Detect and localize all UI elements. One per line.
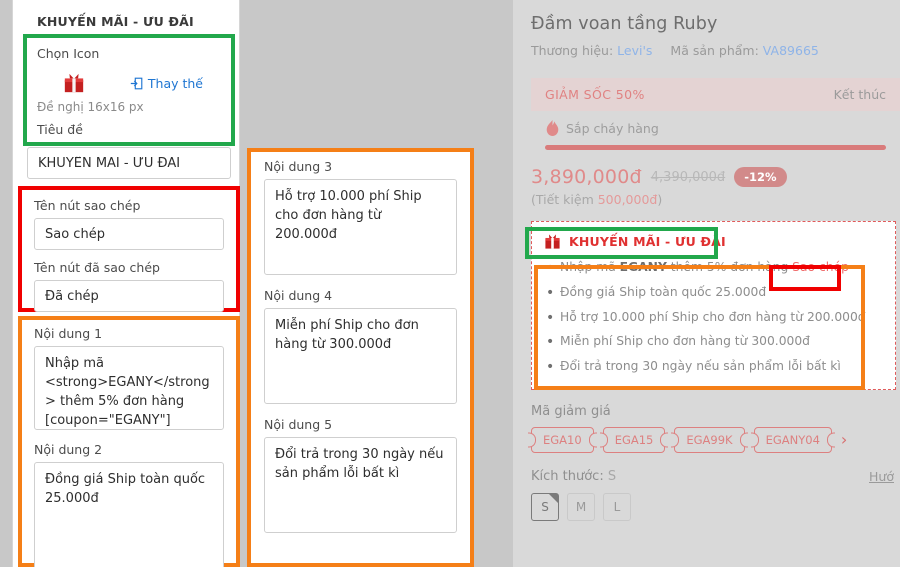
copy-button-input[interactable] [34, 218, 224, 250]
sku-value-link[interactable]: VA89665 [763, 43, 819, 58]
content-2-label: Nội dung 2 [34, 442, 103, 457]
highlight-box-orange-contents-1: Nội dung 1 Nhập mã <strong>EGANY</strong… [18, 316, 240, 567]
content-4-textarea[interactable]: Miễn phí Ship cho đơn hàng từ 300.000đ [264, 308, 457, 404]
replace-icon-button[interactable]: Thay thế [130, 76, 203, 91]
content-group-4: Nội dung 4 Miễn phí Ship cho đơn hàng từ… [264, 288, 457, 408]
coupon-chip[interactable]: EGA99K [674, 427, 745, 454]
chevron-right-icon[interactable]: › [841, 432, 847, 448]
list-item: Miễn phí Ship cho đơn hàng từ 300.000đ [546, 332, 883, 352]
current-price: 3,890,000đ [531, 166, 642, 188]
gift-icon [545, 234, 560, 249]
highlight-box-green-icon-title: Chọn Icon Thay thế Đề nghị 16x16 px Tiêu… [23, 34, 235, 146]
savings-row: (Tiết kiệm 500,000đ) [531, 192, 900, 207]
size-option-s[interactable]: S [531, 493, 559, 522]
coupon-section-label: Mã giảm giá [531, 404, 611, 420]
promo-item-2-text: Đồng giá Ship toàn quốc 25.000đ [560, 284, 767, 299]
copied-button-label: Tên nút đã sao chép [34, 260, 160, 275]
size-label: Kích thước: S [531, 469, 616, 484]
flame-icon [546, 120, 559, 136]
savings-prefix: (Tiết kiệm [531, 192, 598, 207]
size-options: S M L [531, 493, 900, 522]
copy-button-label: Tên nút sao chép [34, 198, 141, 213]
flash-sale-end-label: Kết thúc [833, 87, 886, 102]
highlight-box-orange-contents-2: Nội dung 3 Hỗ trợ 10.000 phí Ship cho đơ… [247, 148, 474, 567]
size-option-m[interactable]: M [567, 493, 595, 522]
content-group-3: Nội dung 3 Hỗ trợ 10.000 phí Ship cho đơ… [264, 159, 457, 279]
content-1-label: Nội dung 1 [34, 326, 103, 341]
product-preview-panel: Đầm voan tầng Ruby Thương hiệu: Levi's M… [513, 0, 900, 567]
content-group-1: Nội dung 1 Nhập mã <strong>EGANY</strong… [34, 326, 224, 434]
brand-label: Thương hiệu: [531, 43, 614, 58]
replace-icon-label: Thay thế [147, 75, 203, 91]
coupon-chip[interactable]: EGA15 [602, 427, 666, 454]
flash-sale-bar: GIẢM SỐC 50% Kết thúc [531, 78, 900, 111]
gift-icon[interactable] [63, 72, 85, 94]
savings-amount: 500,000đ [597, 192, 658, 207]
content-5-textarea[interactable]: Đổi trả trong 30 ngày nếu sản phẩm lỗi b… [264, 437, 457, 533]
icon-chooser-row: Thay thế [37, 66, 221, 98]
panel-title: KHUYẾN MÃI - ƯU ĐÃI [37, 14, 194, 29]
size-guide-link[interactable]: Hướ [869, 469, 894, 484]
discount-badge: -12% [734, 167, 787, 187]
copied-button-input[interactable] [34, 280, 224, 312]
promo-item-3-text: Hỗ trợ 10.000 phí Ship cho đơn hàng từ 2… [560, 309, 866, 324]
copy-code-link[interactable]: Sao chép [792, 260, 849, 274]
content-group-5: Nội dung 5 Đổi trả trong 30 ngày nếu sản… [264, 417, 457, 537]
product-meta: Thương hiệu: Levi's Mã sản phẩm: VA89665 [531, 43, 900, 58]
title-input-wrapper [27, 147, 231, 179]
icon-size-hint: Đề nghị 16x16 px [37, 100, 144, 114]
price-row: 3,890,000đ 4,390,000đ -12% [531, 166, 900, 188]
flash-sale-body: Sắp cháy hàng [531, 111, 900, 150]
content-2-textarea[interactable]: Đồng giá Ship toàn quốc 25.000đ [34, 462, 224, 567]
promo-heading-label: KHUYẾN MÃI - ƯU ĐÃI [569, 234, 726, 249]
stock-progress-bar [545, 145, 886, 150]
size-header-row: Kích thước: S Hướ [531, 469, 900, 484]
promo-list: Nhập mã EGANY thêm 5% đơn hàng Sao chép … [544, 258, 883, 377]
almost-sold-out-label: Sắp cháy hàng [566, 120, 659, 136]
list-item: Hỗ trợ 10.000 phí Ship cho đơn hàng từ 2… [546, 308, 883, 328]
promo-heading-row: KHUYẾN MÃI - ƯU ĐÃI [544, 233, 883, 250]
content-3-label: Nội dung 3 [264, 159, 333, 174]
list-item: Đồng giá Ship toàn quốc 25.000đ [546, 283, 883, 303]
brand-value-link[interactable]: Levi's [617, 43, 652, 58]
promo-item-1-pre: Nhập mã [560, 260, 620, 274]
promo-item-4-text: Miễn phí Ship cho đơn hàng từ 300.000đ [560, 334, 810, 349]
original-price: 4,390,000đ [650, 169, 726, 185]
import-icon [130, 77, 143, 89]
copied-button-group: Tên nút đã sao chép [34, 260, 224, 312]
product-title: Đầm voan tầng Ruby [531, 14, 718, 34]
content-3-textarea[interactable]: Hỗ trợ 10.000 phí Ship cho đơn hàng từ 2… [264, 179, 457, 275]
content-1-textarea[interactable]: Nhập mã <strong>EGANY</strong> thêm 5% đ… [34, 346, 224, 430]
content-4-label: Nội dung 4 [264, 288, 333, 303]
sku-label: Mã sản phẩm: [670, 43, 759, 58]
title-field-label: Tiêu đề [37, 122, 83, 137]
coupon-row: EGA10 EGA15 EGA99K EGANY04 › [531, 427, 900, 454]
title-input[interactable] [27, 147, 231, 179]
coupon-chip[interactable]: EGA10 [531, 427, 594, 454]
size-label-text: Kích thước: [531, 469, 604, 485]
copy-button-group: Tên nút sao chép [34, 198, 224, 250]
promo-item-5-text: Đổi trả trong 30 ngày nếu sản phẩm lỗi b… [560, 359, 841, 374]
list-item: Nhập mã EGANY thêm 5% đơn hàng Sao chép [546, 258, 883, 278]
promo-card: KHUYẾN MÃI - ƯU ĐÃI Nhập mã EGANY thêm 5… [531, 221, 896, 391]
size-option-l[interactable]: L [603, 493, 631, 522]
size-selected-value: S [607, 469, 617, 485]
almost-sold-out-row: Sắp cháy hàng [545, 120, 886, 136]
coupon-chip[interactable]: EGANY04 [753, 427, 832, 454]
choose-icon-label: Chọn Icon [37, 46, 100, 61]
content-5-label: Nội dung 5 [264, 417, 333, 432]
highlight-box-red-copy-buttons: Tên nút sao chép Tên nút đã sao chép [18, 186, 240, 312]
savings-suffix: ) [657, 192, 663, 207]
promo-item-1-code: EGANY [619, 260, 667, 274]
content-group-2: Nội dung 2 Đồng giá Ship toàn quốc 25.00… [34, 442, 224, 567]
promo-item-1-post: thêm 5% đơn hàng [666, 260, 789, 274]
flash-sale-title: GIẢM SỐC 50% [545, 87, 645, 102]
list-item: Đổi trả trong 30 ngày nếu sản phẩm lỗi b… [546, 357, 883, 377]
